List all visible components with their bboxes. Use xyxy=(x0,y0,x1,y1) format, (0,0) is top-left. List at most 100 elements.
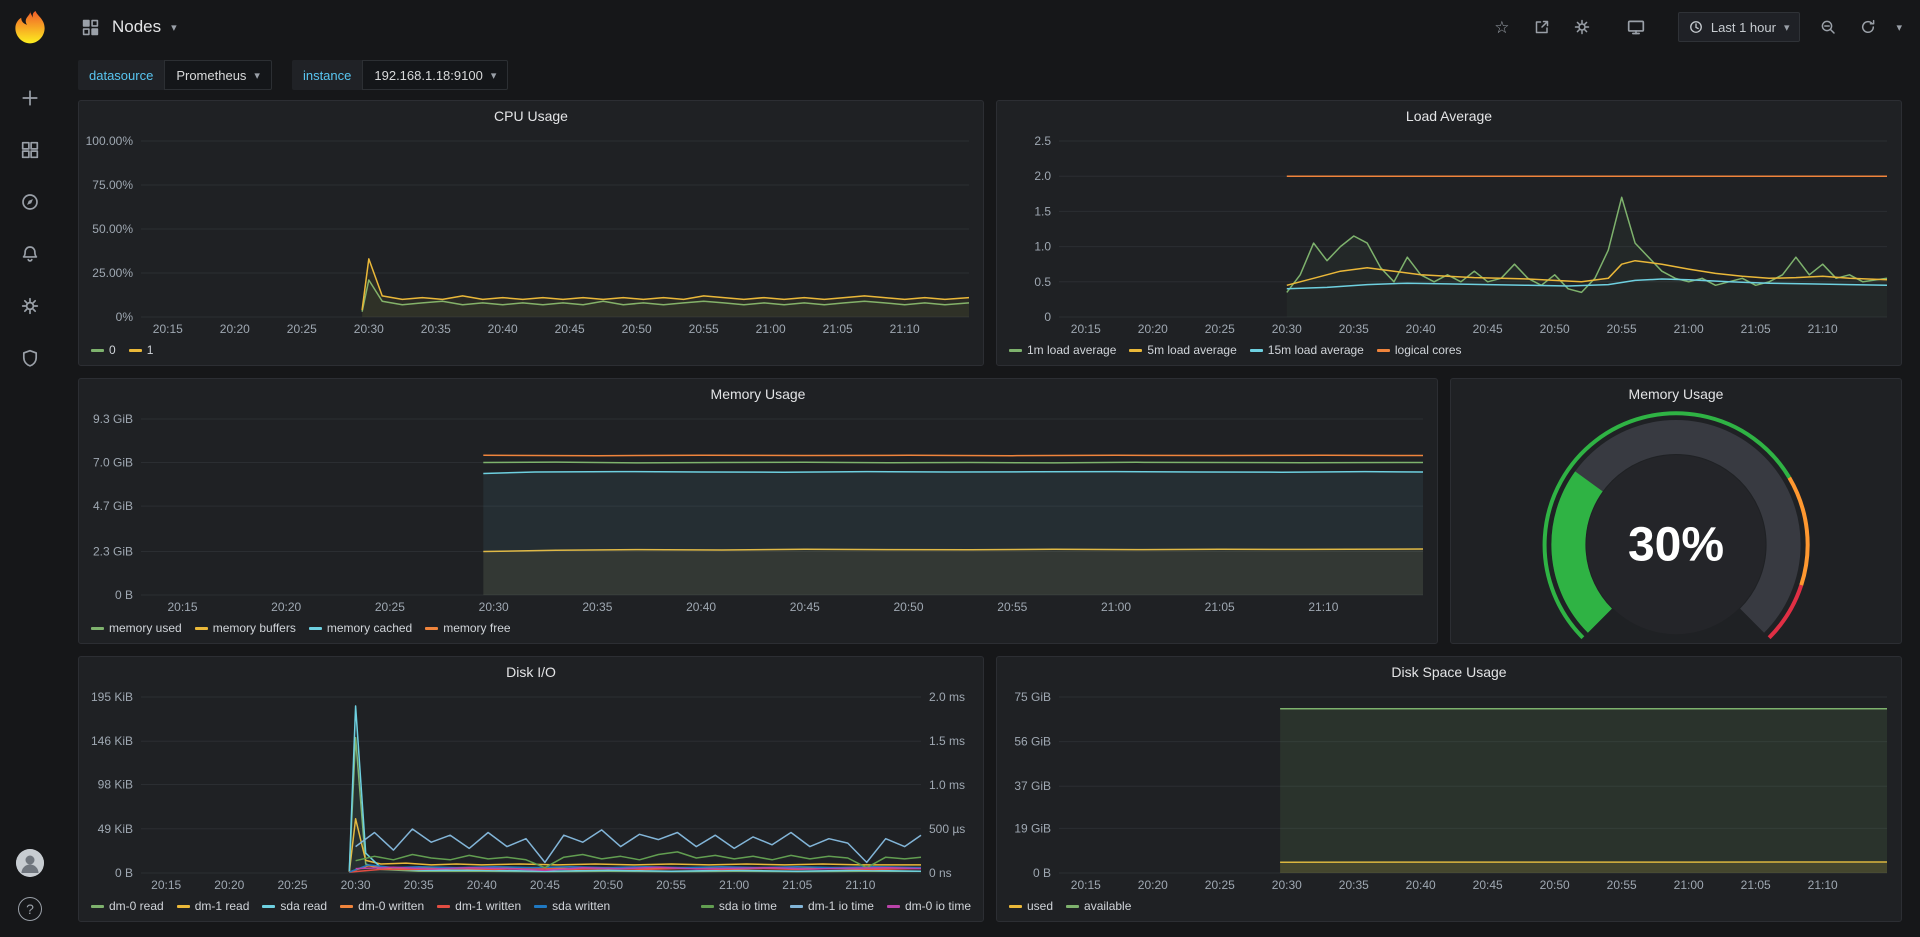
legend-item[interactable]: 15m load average xyxy=(1250,343,1364,357)
legend-label: memory used xyxy=(109,621,182,635)
svg-text:20:15: 20:15 xyxy=(1071,322,1101,336)
cpu-usage-legend: 01 xyxy=(79,339,983,365)
svg-text:20:40: 20:40 xyxy=(488,322,518,336)
svg-text:0 B: 0 B xyxy=(1033,866,1051,880)
star-icon[interactable]: ☆ xyxy=(1490,15,1514,39)
svg-text:20:35: 20:35 xyxy=(1339,322,1369,336)
legend-item[interactable]: dm-0 read xyxy=(91,899,164,913)
variable-instance[interactable]: instance 192.168.1.18:9100 ▾ xyxy=(292,60,508,90)
legend-item[interactable]: 0 xyxy=(91,343,116,357)
legend-item[interactable]: available xyxy=(1066,899,1131,913)
svg-text:20:55: 20:55 xyxy=(997,600,1027,614)
variable-value-dropdown[interactable]: 192.168.1.18:9100 ▾ xyxy=(362,60,508,90)
zoom-out-icon[interactable] xyxy=(1816,15,1840,39)
svg-text:2.0 ms: 2.0 ms xyxy=(929,690,965,704)
legend-item[interactable]: dm-0 io time xyxy=(887,899,971,913)
legend-item[interactable]: used xyxy=(1009,899,1053,913)
legend-right-group: sda io time dm-1 io time dm-0 io time xyxy=(701,899,971,913)
svg-text:20:30: 20:30 xyxy=(479,600,509,614)
svg-text:98 KiB: 98 KiB xyxy=(98,778,133,792)
tv-kiosk-icon[interactable] xyxy=(1624,15,1648,39)
configuration-icon[interactable] xyxy=(18,294,42,318)
legend-label: sda read xyxy=(280,899,327,913)
legend-swatch-icon xyxy=(91,627,104,630)
legend-item[interactable]: memory free xyxy=(425,621,510,635)
load-average-chart[interactable]: 00.51.01.52.02.520:1520:2020:2520:3020:3… xyxy=(997,131,1901,339)
svg-text:20:20: 20:20 xyxy=(1138,322,1168,336)
nav-breadcrumb[interactable]: Nodes ▾ xyxy=(78,15,177,39)
svg-text:4.7 GiB: 4.7 GiB xyxy=(93,499,133,513)
svg-text:20:20: 20:20 xyxy=(220,322,250,336)
legend-item[interactable]: dm-1 written xyxy=(437,899,521,913)
svg-text:20:50: 20:50 xyxy=(622,322,652,336)
legend-label: available xyxy=(1084,899,1131,913)
legend-item[interactable]: dm-1 io time xyxy=(790,899,874,913)
legend-item[interactable]: dm-1 read xyxy=(177,899,250,913)
legend-swatch-icon xyxy=(129,349,142,352)
time-range-picker[interactable]: Last 1 hour ▾ xyxy=(1678,12,1801,42)
disk-io-chart[interactable]: 0 B49 KiB98 KiB146 KiB195 KiB0 ns500 µs1… xyxy=(79,687,983,895)
refresh-icon[interactable] xyxy=(1856,15,1880,39)
legend-item[interactable]: 1m load average xyxy=(1009,343,1116,357)
svg-text:20:55: 20:55 xyxy=(656,878,686,892)
refresh-interval-caret-icon[interactable]: ▾ xyxy=(1896,21,1902,34)
svg-text:20:30: 20:30 xyxy=(1272,322,1302,336)
legend-item[interactable]: sda read xyxy=(262,899,327,913)
server-admin-shield-icon[interactable] xyxy=(18,346,42,370)
svg-text:20:30: 20:30 xyxy=(341,878,371,892)
svg-text:20:15: 20:15 xyxy=(1071,878,1101,892)
legend-item[interactable]: sda io time xyxy=(701,899,777,913)
svg-text:75.00%: 75.00% xyxy=(92,178,133,192)
panel-title[interactable]: Disk Space Usage xyxy=(997,657,1901,687)
share-icon[interactable] xyxy=(1530,15,1554,39)
legend-item[interactable]: memory cached xyxy=(309,621,412,635)
svg-text:2.5: 2.5 xyxy=(1034,134,1051,148)
memory-usage-gauge[interactable]: 30% xyxy=(1451,409,1901,643)
legend-label: logical cores xyxy=(1395,343,1462,357)
create-icon[interactable] xyxy=(18,86,42,110)
svg-text:20:25: 20:25 xyxy=(277,878,307,892)
top-navbar: Nodes ▾ ☆ Last 1 hour ▾ ▾ xyxy=(60,0,1920,54)
svg-text:49 KiB: 49 KiB xyxy=(98,822,133,836)
dashboard-title[interactable]: Nodes xyxy=(112,17,161,37)
legend-item[interactable]: memory used xyxy=(91,621,182,635)
panel-memory-usage: Memory Usage 0 B2.3 GiB4.7 GiB7.0 GiB9.3… xyxy=(78,378,1438,644)
alerting-icon[interactable] xyxy=(18,242,42,266)
svg-text:21:00: 21:00 xyxy=(719,878,749,892)
legend-item[interactable]: 1 xyxy=(129,343,154,357)
panel-memory-usage-gauge: Memory Usage 30% xyxy=(1450,378,1902,644)
clock-icon xyxy=(1689,20,1703,34)
svg-text:20:20: 20:20 xyxy=(214,878,244,892)
variable-value-dropdown[interactable]: Prometheus ▾ xyxy=(164,60,272,90)
legend-item[interactable]: memory buffers xyxy=(195,621,296,635)
panel-title[interactable]: Disk I/O xyxy=(79,657,983,687)
memory-usage-legend: memory used memory buffers memory cached me… xyxy=(79,617,1437,643)
grafana-flame-icon xyxy=(12,9,48,45)
legend-item[interactable]: sda written xyxy=(534,899,610,913)
panel-title[interactable]: CPU Usage xyxy=(79,101,983,131)
grafana-logo[interactable] xyxy=(11,8,49,46)
cpu-usage-chart[interactable]: 0%25.00%50.00%75.00%100.00%20:1520:2020:… xyxy=(79,131,983,339)
variable-datasource[interactable]: datasource Prometheus ▾ xyxy=(78,60,272,90)
dashboard-caret-icon[interactable]: ▾ xyxy=(171,21,177,34)
svg-text:20:45: 20:45 xyxy=(530,878,560,892)
legend-label: dm-1 read xyxy=(195,899,250,913)
svg-text:21:00: 21:00 xyxy=(1674,878,1704,892)
panel-title[interactable]: Memory Usage xyxy=(79,379,1437,409)
panel-title[interactable]: Memory Usage xyxy=(1451,379,1901,409)
legend-label: dm-0 io time xyxy=(905,899,971,913)
svg-text:0: 0 xyxy=(1044,310,1051,324)
dashboards-icon[interactable] xyxy=(18,138,42,162)
explore-icon[interactable] xyxy=(18,190,42,214)
legend-item[interactable]: 5m load average xyxy=(1129,343,1236,357)
user-avatar[interactable] xyxy=(16,849,44,877)
memory-usage-chart[interactable]: 0 B2.3 GiB4.7 GiB7.0 GiB9.3 GiB20:1520:2… xyxy=(79,409,1437,617)
legend-item[interactable]: logical cores xyxy=(1377,343,1462,357)
svg-text:20:45: 20:45 xyxy=(555,322,585,336)
svg-text:0 B: 0 B xyxy=(115,588,133,602)
legend-item[interactable]: dm-0 written xyxy=(340,899,424,913)
panel-title[interactable]: Load Average xyxy=(997,101,1901,131)
disk-space-usage-chart[interactable]: 0 B19 GiB37 GiB56 GiB75 GiB20:1520:2020:… xyxy=(997,687,1901,895)
help-icon[interactable]: ? xyxy=(18,897,42,921)
settings-gear-icon[interactable] xyxy=(1570,15,1594,39)
